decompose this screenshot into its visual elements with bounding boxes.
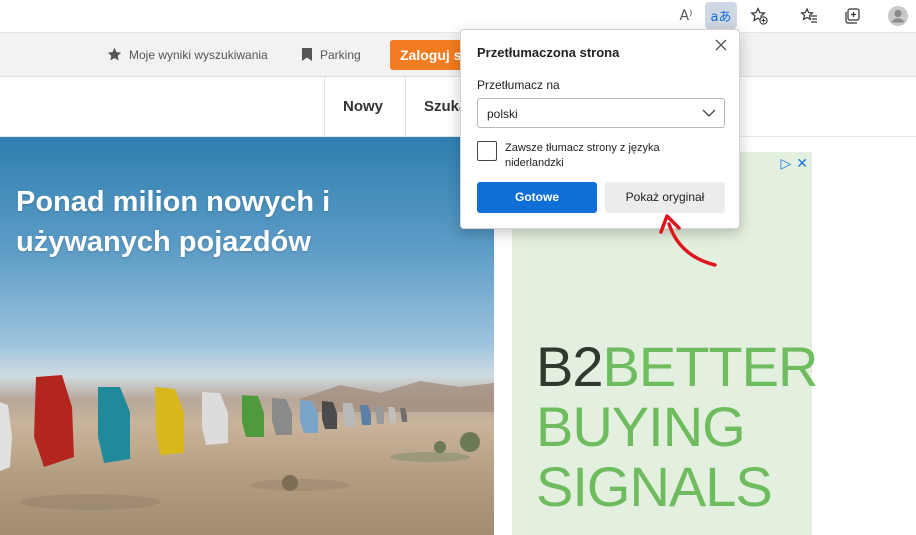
saved-searches-label: Moje wyniki wyszukiwania bbox=[129, 47, 268, 62]
translate-popup: Przetłumaczona strona Przetłumacz na pol… bbox=[460, 29, 740, 229]
profile-icon[interactable] bbox=[882, 2, 914, 29]
chevron-down-icon bbox=[702, 109, 716, 117]
ad-line-2: BUYING bbox=[536, 395, 746, 458]
nav-item-new[interactable]: Nowy bbox=[324, 77, 405, 136]
bookmark-icon bbox=[302, 48, 312, 61]
hero-title: Ponad milion nowych i używanych pojazdów bbox=[16, 186, 331, 258]
annotation-arrow-icon bbox=[659, 214, 717, 267]
translate-icon[interactable]: aあ bbox=[705, 2, 737, 29]
selected-language: polski bbox=[487, 107, 518, 121]
ad-line-3: SIGNALS bbox=[536, 455, 773, 518]
site-utility-bar: Moje wyniki wyszukiwania Parking Zaloguj… bbox=[0, 33, 916, 77]
ad-line-1-prefix: B2 bbox=[536, 335, 603, 398]
adchoices-icon[interactable]: ▷ bbox=[780, 156, 791, 172]
ad-line-1: B2BETTER bbox=[536, 335, 819, 398]
site-main-nav: Nowy Szukaj bbox=[0, 77, 916, 137]
nav-item-search[interactable]: Szukaj bbox=[405, 77, 465, 136]
add-favorite-icon[interactable] bbox=[743, 2, 775, 29]
popup-title: Przetłumaczona strona bbox=[477, 45, 620, 60]
read-aloud-icon[interactable]: A⁾ bbox=[670, 2, 702, 29]
star-icon bbox=[107, 47, 122, 61]
always-translate-label: Zawsze tłumacz strony z języka niderland… bbox=[505, 142, 660, 169]
ad-line-1-rest: BETTER bbox=[602, 335, 819, 398]
translate-glyph: aあ bbox=[710, 10, 732, 25]
close-icon bbox=[715, 39, 727, 51]
language-select[interactable]: polski bbox=[477, 98, 725, 128]
hero-banner: Ponad milion nowych i używanych pojazdów bbox=[0, 137, 494, 535]
translate-to-label: Przetłumacz na bbox=[477, 78, 560, 92]
ad-controls: ▷ ✕ bbox=[780, 156, 808, 172]
ad-close-icon[interactable]: ✕ bbox=[796, 156, 808, 172]
read-aloud-glyph: A⁾ bbox=[679, 7, 693, 24]
parking-link[interactable]: Parking bbox=[301, 47, 361, 62]
browser-toolbar: A⁾ aあ bbox=[0, 0, 916, 33]
done-button[interactable]: Gotowe bbox=[477, 182, 597, 213]
always-translate-checkbox[interactable] bbox=[477, 141, 497, 161]
collections-icon[interactable] bbox=[836, 2, 868, 29]
login-button[interactable]: Zaloguj się bbox=[390, 40, 470, 70]
saved-searches-link[interactable]: Moje wyniki wyszukiwania bbox=[107, 47, 268, 62]
popup-close-button[interactable] bbox=[711, 35, 731, 55]
parking-label: Parking bbox=[320, 47, 361, 62]
favorites-icon[interactable] bbox=[793, 2, 825, 29]
show-original-button[interactable]: Pokaż oryginał bbox=[605, 182, 725, 213]
